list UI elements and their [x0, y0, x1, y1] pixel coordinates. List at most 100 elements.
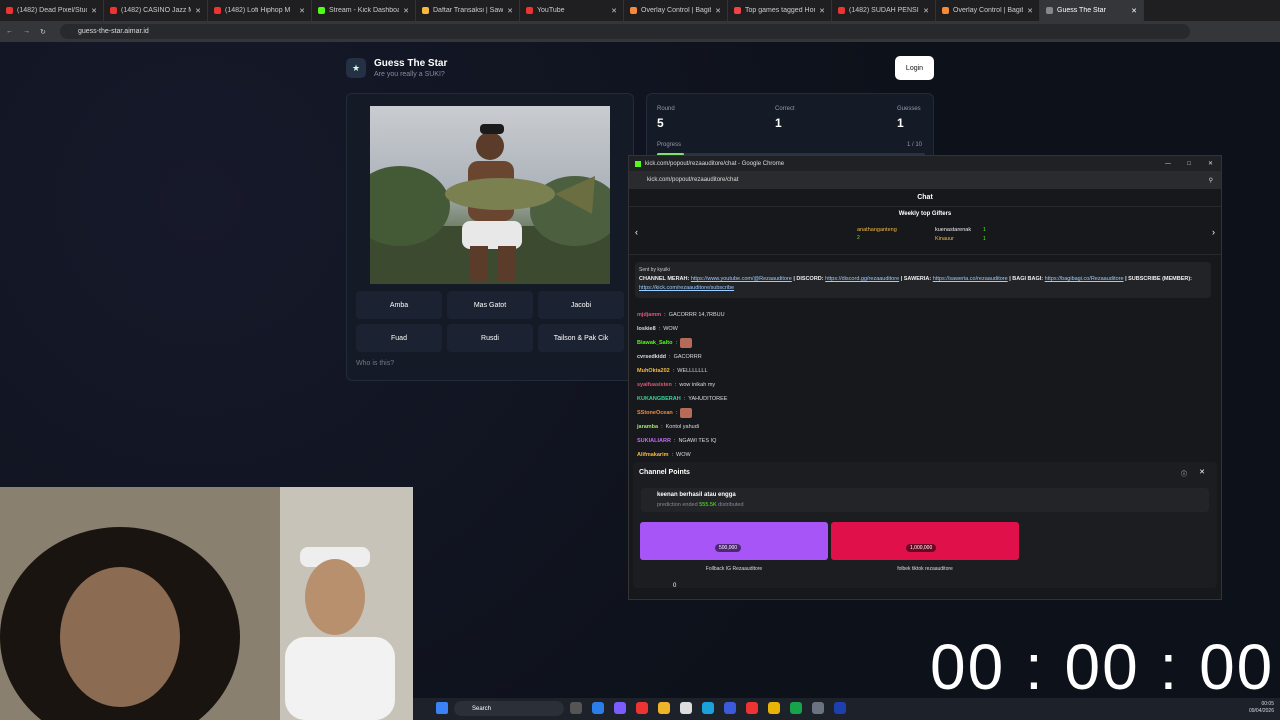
close-icon[interactable]: ✕ [507, 7, 513, 15]
browser-tab[interactable]: Daftar Transaksi | Saweria✕ [416, 0, 520, 21]
chat-text: WOW [676, 452, 691, 458]
answer-button[interactable]: Mas Gatot [447, 291, 533, 319]
prediction-option[interactable]: 500,000 [640, 522, 828, 560]
login-button[interactable]: Login [895, 56, 934, 80]
browser-tab[interactable]: (1482) Dead Pixel/Stuck P ✕ [0, 0, 104, 21]
brand: ★ Guess The Star Are you really a SUKI? [346, 58, 447, 78]
close-icon[interactable]: ✕ [299, 7, 305, 15]
tab-favicon-icon [6, 7, 13, 14]
chat-message: SUKIALIARR: NGAWI TES IQ [637, 434, 1207, 448]
close-icon[interactable]: ✕ [1199, 468, 1205, 476]
tab-favicon-icon [214, 7, 221, 14]
pinned-link[interactable]: https://discord.gg/rezaauditore [825, 276, 899, 282]
browser-tab[interactable]: YouTube ✕ [520, 0, 624, 21]
chrome-icon[interactable] [768, 702, 780, 714]
tab-favicon-icon [110, 7, 117, 14]
chat-colon: : [658, 326, 661, 332]
answer-button[interactable]: Tailson & Pak Cik [538, 324, 624, 352]
app-icon[interactable] [680, 702, 692, 714]
answer-button[interactable]: Rusdi [447, 324, 533, 352]
chat-username[interactable]: mjdjamm [637, 312, 661, 318]
close-icon[interactable]: ✕ [1027, 7, 1033, 15]
youtube-icon[interactable] [746, 702, 758, 714]
edge-icon[interactable] [702, 702, 714, 714]
app-icon[interactable] [790, 702, 802, 714]
obs-icon[interactable] [812, 702, 824, 714]
chevron-right-icon[interactable]: › [1212, 227, 1215, 237]
close-icon[interactable]: ✕ [91, 7, 97, 15]
answer-button[interactable]: Fuad [356, 324, 442, 352]
windows-start-icon[interactable] [436, 702, 448, 714]
chat-message: Biawak_Salto: [637, 336, 1207, 350]
url-field[interactable]: guess-the-star.aimar.id [60, 24, 1190, 39]
pinned-link[interactable]: https://bagibagi.co/Rezaauditore [1045, 276, 1124, 282]
correct-label: Correct [775, 106, 795, 112]
chat-username[interactable]: syaifuasisten [637, 382, 672, 388]
close-icon[interactable]: ✕ [195, 7, 201, 15]
close-icon[interactable]: ✕ [819, 7, 825, 15]
emote-icon [680, 338, 692, 348]
chat-message: mjdjamm: GACORRR 14,7RBUU [637, 308, 1207, 322]
close-icon[interactable]: ✕ [403, 7, 409, 15]
steam-icon[interactable] [834, 702, 846, 714]
tab-favicon-icon [734, 7, 741, 14]
answer-button[interactable]: Amba [356, 291, 442, 319]
chevron-left-icon[interactable]: ‹ [635, 227, 638, 237]
answer-button[interactable]: Jacobi [538, 291, 624, 319]
task-view-icon[interactable] [570, 702, 582, 714]
chat-username[interactable]: MuhOkta202 [637, 368, 670, 374]
taskbar-search[interactable]: Search [454, 701, 564, 716]
app-icon[interactable] [614, 702, 626, 714]
browser-tab[interactable]: Top games tagged Horror✕ [728, 0, 832, 21]
reload-icon[interactable]: ↻ [40, 28, 46, 36]
chat-colon: : [669, 354, 671, 360]
browser-tab[interactable]: Guess The Star ✕ [1040, 0, 1144, 21]
browser-tab[interactable]: Overlay Control | Bagibag ✕ [936, 0, 1040, 21]
app-icon[interactable] [724, 702, 736, 714]
close-icon[interactable]: ✕ [1131, 7, 1137, 15]
chat-username[interactable]: Biawak_Salto [637, 340, 672, 346]
chat-username[interactable]: SStoneOcean [637, 410, 673, 416]
browser-tab[interactable]: Stream - Kick Dashboard ✕ [312, 0, 416, 21]
pinned-part: | SUBSCRIBE (MEMBER): [1123, 276, 1193, 282]
chat-username[interactable]: Alifmakarim [637, 452, 669, 458]
chat-username[interactable]: jaramba [637, 424, 658, 430]
pinned-message: Sent by kyuiki CHANNEL MERAH: https://ww… [635, 262, 1211, 298]
close-icon[interactable]: ✕ [1208, 160, 1213, 167]
pinned-link[interactable]: https://www.youtube.com/@Rezaauditore [691, 276, 792, 282]
tab-title: Daftar Transaksi | Saweria [433, 7, 504, 14]
chat-message: cvrsedkidd: GACORRR [637, 350, 1207, 364]
chat-username[interactable]: SUKIALIARR [637, 438, 671, 444]
prediction-distributed: 555.5K [699, 502, 717, 508]
tab-favicon-icon [838, 7, 845, 14]
star-icon: ★ [346, 58, 366, 78]
chat-message: loskie8: WOW [637, 322, 1207, 336]
points-count: 0 [673, 583, 677, 589]
pinned-link[interactable]: https://saweria.co/rezaauditore [933, 276, 1008, 282]
browser-tab[interactable]: Overlay Control | Bagibag ✕ [624, 0, 728, 21]
info-icon[interactable]: ⓘ [1181, 469, 1187, 478]
app-icon[interactable] [592, 702, 604, 714]
close-icon[interactable]: ✕ [611, 7, 617, 15]
chat-message: MuhOkta202: WELLLLLLL [637, 364, 1207, 378]
correct-value: 1 [775, 116, 782, 130]
chat-username[interactable]: loskie8 [637, 326, 656, 332]
browser-tab[interactable]: (1482) SUDAH PENSIUN ✕ [832, 0, 936, 21]
minimize-icon[interactable]: — [1165, 161, 1171, 167]
browser-tab[interactable]: (1482) CASINO Jazz Musi ✕ [104, 0, 208, 21]
close-icon[interactable]: ✕ [923, 7, 929, 15]
gifter-name: Kinauur [935, 236, 954, 242]
file-explorer-icon[interactable] [658, 702, 670, 714]
chat-username[interactable]: cvrsedkidd [637, 354, 666, 360]
close-icon[interactable]: ✕ [715, 7, 721, 15]
round-label: Round [657, 106, 675, 112]
zoom-icon[interactable]: ⚲ [1209, 177, 1213, 184]
pinned-link[interactable]: https://kick.com/rezaauditore/subscribe [639, 285, 734, 291]
app-icon[interactable] [636, 702, 648, 714]
chat-username[interactable]: KUKANGBERAH [637, 396, 681, 402]
back-icon[interactable]: ← [6, 28, 13, 35]
forward-icon[interactable]: → [23, 28, 30, 35]
prediction-option[interactable]: 1,000,000 [831, 522, 1019, 560]
maximize-icon[interactable]: □ [1187, 161, 1191, 167]
browser-tab[interactable]: (1482) Lofi Hiphop M ✕ [208, 0, 312, 21]
